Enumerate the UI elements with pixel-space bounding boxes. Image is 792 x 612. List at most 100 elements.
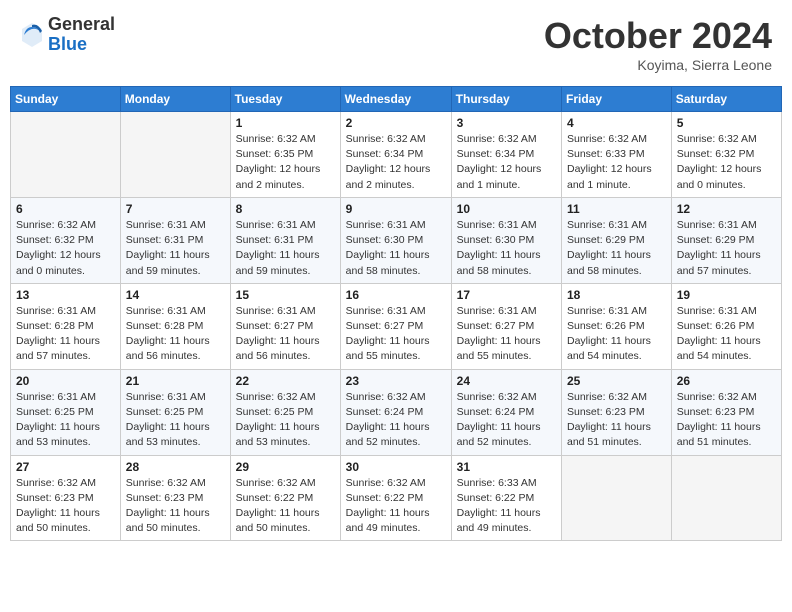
week-row-3: 13 Sunrise: 6:31 AMSunset: 6:28 PMDayligh… [11,283,782,369]
day-number: 18 [567,288,666,302]
header-monday: Monday [120,87,230,112]
day-detail: Sunrise: 6:32 AMSunset: 6:23 PMDaylight:… [16,476,115,537]
day-detail: Sunrise: 6:32 AMSunset: 6:22 PMDaylight:… [236,476,335,537]
day-detail: Sunrise: 6:32 AMSunset: 6:34 PMDaylight:… [457,132,556,193]
calendar-cell: 20 Sunrise: 6:31 AMSunset: 6:25 PMDayligh… [11,369,121,455]
day-detail: Sunrise: 6:31 AMSunset: 6:31 PMDaylight:… [126,218,225,279]
week-row-2: 6 Sunrise: 6:32 AMSunset: 6:32 PMDaylight… [11,197,782,283]
logo-icon [20,21,44,49]
header-wednesday: Wednesday [340,87,451,112]
day-number: 12 [677,202,776,216]
day-detail: Sunrise: 6:32 AMSunset: 6:33 PMDaylight:… [567,132,666,193]
calendar-cell: 3Sunrise: 6:32 AMSunset: 6:34 PMDaylight… [451,112,561,198]
calendar-table: SundayMondayTuesdayWednesdayThursdayFrid… [10,86,782,541]
day-number: 29 [236,460,335,474]
day-detail: Sunrise: 6:32 AMSunset: 6:34 PMDaylight:… [346,132,446,193]
day-number: 30 [346,460,446,474]
day-detail: Sunrise: 6:31 AMSunset: 6:27 PMDaylight:… [236,304,335,365]
day-number: 24 [457,374,556,388]
calendar-cell: 25 Sunrise: 6:32 AMSunset: 6:23 PMDayligh… [562,369,672,455]
day-detail: Sunrise: 6:31 AMSunset: 6:30 PMDaylight:… [346,218,446,279]
day-detail: Sunrise: 6:31 AMSunset: 6:28 PMDaylight:… [16,304,115,365]
day-detail: Sunrise: 6:32 AMSunset: 6:35 PMDaylight:… [236,132,335,193]
day-detail: Sunrise: 6:31 AMSunset: 6:25 PMDaylight:… [16,390,115,451]
calendar-cell: 29 Sunrise: 6:32 AMSunset: 6:22 PMDayligh… [230,455,340,541]
calendar-cell: 24 Sunrise: 6:32 AMSunset: 6:24 PMDayligh… [451,369,561,455]
logo-text: General Blue [48,15,115,55]
day-number: 26 [677,374,776,388]
day-number: 9 [346,202,446,216]
day-number: 8 [236,202,335,216]
calendar-cell: 10Sunrise: 6:31 AMSunset: 6:30 PMDayligh… [451,197,561,283]
day-detail: Sunrise: 6:33 AMSunset: 6:22 PMDaylight:… [457,476,556,537]
calendar-cell: 15Sunrise: 6:31 AMSunset: 6:27 PMDayligh… [230,283,340,369]
day-number: 20 [16,374,115,388]
calendar-cell: 7Sunrise: 6:31 AMSunset: 6:31 PMDaylight… [120,197,230,283]
calendar-cell: 30 Sunrise: 6:32 AMSunset: 6:22 PMDayligh… [340,455,451,541]
calendar-cell: 27 Sunrise: 6:32 AMSunset: 6:23 PMDayligh… [11,455,121,541]
day-detail: Sunrise: 6:31 AMSunset: 6:25 PMDaylight:… [126,390,225,451]
header-thursday: Thursday [451,87,561,112]
day-detail: Sunrise: 6:32 AMSunset: 6:23 PMDaylight:… [677,390,776,451]
header-tuesday: Tuesday [230,87,340,112]
day-detail: Sunrise: 6:32 AMSunset: 6:23 PMDaylight:… [567,390,666,451]
header-saturday: Saturday [671,87,781,112]
day-detail: Sunrise: 6:31 AMSunset: 6:27 PMDaylight:… [457,304,556,365]
calendar-cell: 8 Sunrise: 6:31 AMSunset: 6:31 PMDaylight… [230,197,340,283]
day-number: 13 [16,288,115,302]
day-detail: Sunrise: 6:31 AMSunset: 6:28 PMDaylight:… [126,304,225,365]
day-number: 2 [346,116,446,130]
calendar-cell: 9 Sunrise: 6:31 AMSunset: 6:30 PMDaylight… [340,197,451,283]
title-block: October 2024 Koyima, Sierra Leone [544,15,772,73]
calendar-cell: 1Sunrise: 6:32 AMSunset: 6:35 PMDaylight… [230,112,340,198]
day-number: 16 [346,288,446,302]
day-number: 10 [457,202,556,216]
header-row: SundayMondayTuesdayWednesdayThursdayFrid… [11,87,782,112]
day-number: 21 [126,374,225,388]
day-detail: Sunrise: 6:31 AMSunset: 6:29 PMDaylight:… [567,218,666,279]
day-number: 14 [126,288,225,302]
day-number: 22 [236,374,335,388]
calendar-cell [562,455,672,541]
logo-blue-text: Blue [48,35,115,55]
calendar-cell: 5 Sunrise: 6:32 AMSunset: 6:32 PMDaylight… [671,112,781,198]
day-number: 27 [16,460,115,474]
calendar-cell: 16 Sunrise: 6:31 AMSunset: 6:27 PMDayligh… [340,283,451,369]
calendar-cell: 19Sunrise: 6:31 AMSunset: 6:26 PMDayligh… [671,283,781,369]
calendar-cell: 23Sunrise: 6:32 AMSunset: 6:24 PMDayligh… [340,369,451,455]
day-detail: Sunrise: 6:31 AMSunset: 6:31 PMDaylight:… [236,218,335,279]
day-number: 25 [567,374,666,388]
calendar-cell [11,112,121,198]
day-detail: Sunrise: 6:32 AMSunset: 6:22 PMDaylight:… [346,476,446,537]
logo: General Blue [20,15,115,55]
header-sunday: Sunday [11,87,121,112]
day-detail: Sunrise: 6:32 AMSunset: 6:24 PMDaylight:… [457,390,556,451]
week-row-5: 27 Sunrise: 6:32 AMSunset: 6:23 PMDayligh… [11,455,782,541]
calendar-cell: 6 Sunrise: 6:32 AMSunset: 6:32 PMDaylight… [11,197,121,283]
day-detail: Sunrise: 6:31 AMSunset: 6:27 PMDaylight:… [346,304,446,365]
calendar-cell [120,112,230,198]
day-number: 31 [457,460,556,474]
day-number: 19 [677,288,776,302]
day-detail: Sunrise: 6:32 AMSunset: 6:23 PMDaylight:… [126,476,225,537]
week-row-1: 1Sunrise: 6:32 AMSunset: 6:35 PMDaylight… [11,112,782,198]
day-detail: Sunrise: 6:32 AMSunset: 6:32 PMDaylight:… [16,218,115,279]
day-number: 6 [16,202,115,216]
month-title: October 2024 [544,15,772,57]
day-number: 28 [126,460,225,474]
calendar-cell: 22 Sunrise: 6:32 AMSunset: 6:25 PMDayligh… [230,369,340,455]
calendar-cell: 21 Sunrise: 6:31 AMSunset: 6:25 PMDayligh… [120,369,230,455]
day-detail: Sunrise: 6:32 AMSunset: 6:24 PMDaylight:… [346,390,446,451]
calendar-cell: 12Sunrise: 6:31 AMSunset: 6:29 PMDayligh… [671,197,781,283]
day-number: 5 [677,116,776,130]
calendar-cell: 2 Sunrise: 6:32 AMSunset: 6:34 PMDaylight… [340,112,451,198]
day-detail: Sunrise: 6:32 AMSunset: 6:32 PMDaylight:… [677,132,776,193]
calendar-cell: 26 Sunrise: 6:32 AMSunset: 6:23 PMDayligh… [671,369,781,455]
week-row-4: 20 Sunrise: 6:31 AMSunset: 6:25 PMDayligh… [11,369,782,455]
day-number: 17 [457,288,556,302]
calendar-cell: 13 Sunrise: 6:31 AMSunset: 6:28 PMDayligh… [11,283,121,369]
day-detail: Sunrise: 6:32 AMSunset: 6:25 PMDaylight:… [236,390,335,451]
calendar-cell: 11Sunrise: 6:31 AMSunset: 6:29 PMDayligh… [562,197,672,283]
calendar-cell [671,455,781,541]
logo-general-text: General [48,15,115,35]
